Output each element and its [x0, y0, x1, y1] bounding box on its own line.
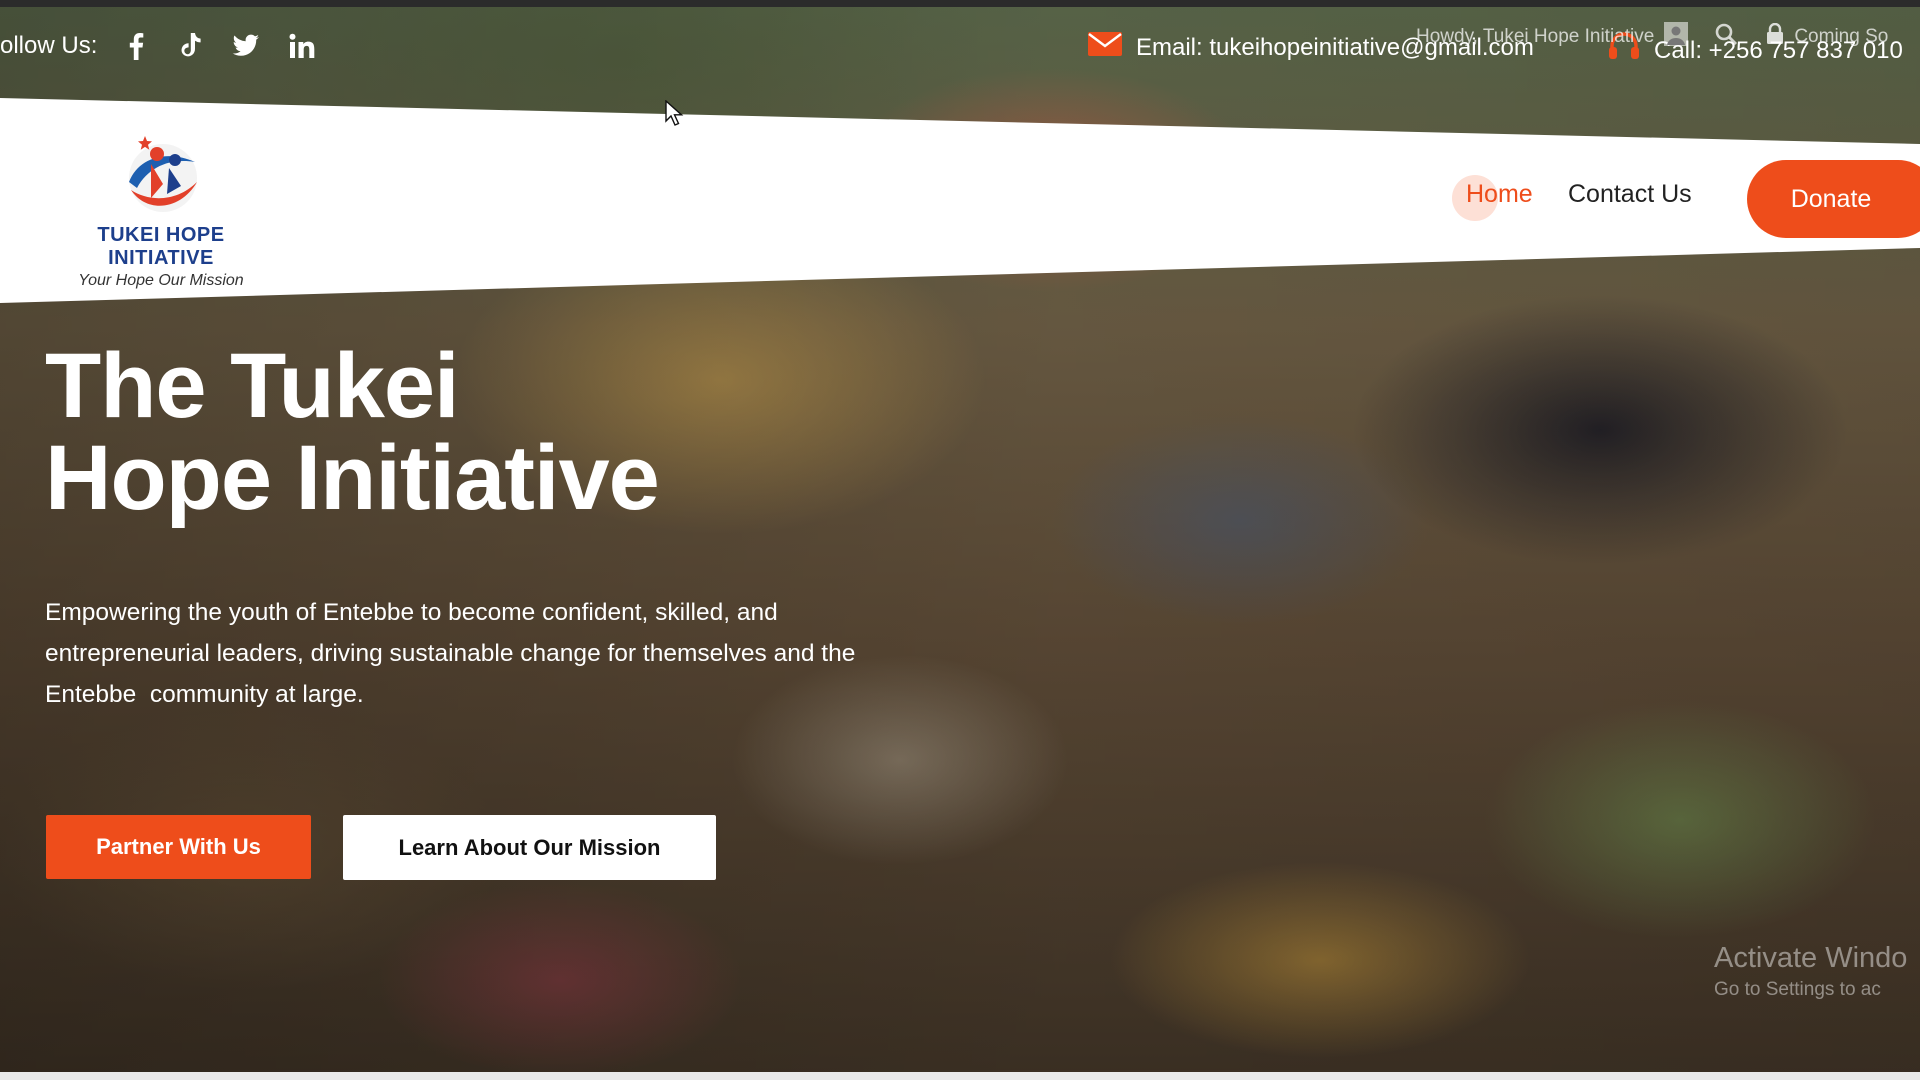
user-avatar-icon[interactable]	[1664, 22, 1689, 52]
activate-windows-watermark: Activate Windo Go to Settings to ac	[1714, 942, 1907, 1001]
nav-home[interactable]: Home	[1466, 180, 1533, 209]
wp-admin-bar: Howdy, Tukei Hope Initiative Coming So	[1416, 22, 1888, 52]
learn-about-mission-button[interactable]: Learn About Our Mission	[343, 815, 716, 880]
activate-windows-line-1: Activate Windo	[1714, 942, 1908, 974]
tiktok-icon[interactable]	[174, 30, 206, 62]
activate-windows-line-2: Go to Settings to ac	[1714, 979, 1881, 1000]
hero-title-line-1: The Tukei	[45, 335, 460, 437]
site-logo[interactable]: TUKEI HOPE INITIATIVE Your Hope Our Miss…	[46, 128, 276, 289]
linkedin-icon[interactable]	[286, 30, 318, 62]
hero-description-line-3: Entebbe community at large.	[45, 681, 364, 708]
follow-us-label: ollow Us:	[0, 32, 98, 59]
browser-bottom-strip	[0, 1072, 1920, 1080]
logo-tagline: Your Hope Our Mission	[78, 272, 244, 289]
howdy-greeting[interactable]: Howdy, Tukei Hope Initiative	[1416, 26, 1654, 48]
partner-with-us-button[interactable]: Partner With Us	[46, 815, 311, 879]
twitter-icon[interactable]	[230, 30, 262, 62]
donate-button[interactable]: Donate	[1747, 160, 1920, 238]
coming-soon-label[interactable]: Coming So	[1794, 26, 1888, 48]
hero-title: The Tukei Hope Initiative	[45, 340, 945, 524]
mouse-pointer-icon	[665, 99, 685, 132]
logo-title: TUKEI HOPE INITIATIVE	[97, 224, 225, 269]
hero-description-line-2: entrepreneurial leaders, driving sustain…	[45, 640, 856, 667]
envelope-icon	[1088, 32, 1122, 63]
search-icon[interactable]	[1714, 22, 1738, 52]
hero-description: Empowering the youth of Entebbe to becom…	[45, 592, 965, 715]
lock-icon[interactable]	[1766, 22, 1784, 51]
browser-top-strip	[0, 0, 1920, 7]
hero-title-line-2: Hope Initiative	[45, 427, 660, 529]
logo-emblem-icon	[129, 136, 197, 212]
hero-description-line-1: Empowering the youth of Entebbe to becom…	[45, 599, 778, 626]
facebook-icon[interactable]	[120, 30, 152, 62]
nav-contact-us[interactable]: Contact Us	[1568, 180, 1692, 209]
